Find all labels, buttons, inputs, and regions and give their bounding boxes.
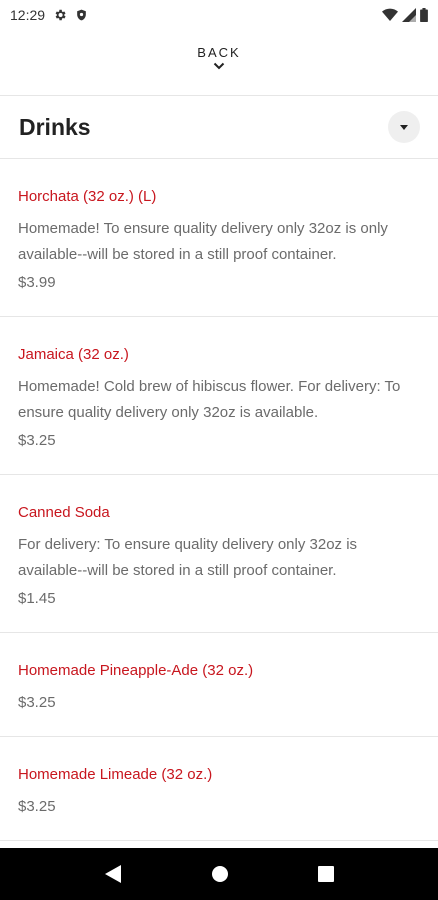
list-end-divider — [0, 840, 438, 841]
item-price: $3.25 — [18, 798, 56, 815]
battery-icon — [420, 8, 428, 22]
item-name: Horchata (32 oz.) (L) — [18, 188, 157, 205]
menu-item-jamaica[interactable]: Jamaica (32 oz.) Homemade! Cold brew of … — [0, 316, 438, 474]
category-header: Drinks — [0, 96, 438, 158]
item-name: Canned Soda — [18, 504, 110, 521]
status-left: 12:29 — [10, 7, 88, 23]
wifi-icon — [382, 8, 398, 22]
item-price: $3.25 — [18, 432, 56, 449]
menu-list: Horchata (32 oz.) (L) Homemade! To ensur… — [0, 158, 438, 841]
category-dropdown-button[interactable] — [388, 111, 420, 143]
menu-item-canned-soda[interactable]: Canned Soda For delivery: To ensure qual… — [0, 474, 438, 632]
category-title: Drinks — [19, 113, 91, 140]
item-name: Jamaica (32 oz.) — [18, 346, 129, 363]
item-price: $3.99 — [18, 274, 56, 291]
item-price: $3.25 — [18, 694, 56, 711]
signal-icon — [402, 8, 416, 22]
status-time: 12:29 — [10, 7, 46, 23]
item-description: Homemade! Cold brew of hibiscus flower. … — [18, 378, 401, 421]
item-name: Homemade Limeade (32 oz.) — [18, 766, 213, 783]
gear-icon — [53, 8, 67, 22]
system-nav-bar — [0, 848, 438, 900]
shield-icon — [75, 8, 88, 22]
item-description: For delivery: To ensure quality delivery… — [18, 536, 358, 579]
status-right — [382, 8, 428, 22]
menu-item-limeade[interactable]: Homemade Limeade (32 oz.) $3.25 — [0, 736, 438, 840]
item-name: Homemade Pineapple-Ade (32 oz.) — [18, 662, 254, 679]
item-price: $1.45 — [18, 590, 56, 607]
item-description: Homemade! To ensure quality delivery onl… — [18, 220, 388, 263]
chevron-down-icon — [213, 62, 225, 70]
nav-home-icon[interactable] — [211, 865, 229, 883]
nav-back-icon[interactable] — [104, 864, 122, 884]
status-bar: 12:29 — [0, 0, 438, 30]
back-label: BACK — [197, 45, 241, 60]
nav-recents-icon[interactable] — [317, 866, 334, 882]
menu-item-pineapple-ade[interactable]: Homemade Pineapple-Ade (32 oz.) $3.25 — [0, 632, 438, 736]
back-button[interactable]: BACK — [0, 38, 438, 84]
menu-item-horchata[interactable]: Horchata (32 oz.) (L) Homemade! To ensur… — [0, 158, 438, 316]
caret-down-icon — [400, 124, 408, 130]
